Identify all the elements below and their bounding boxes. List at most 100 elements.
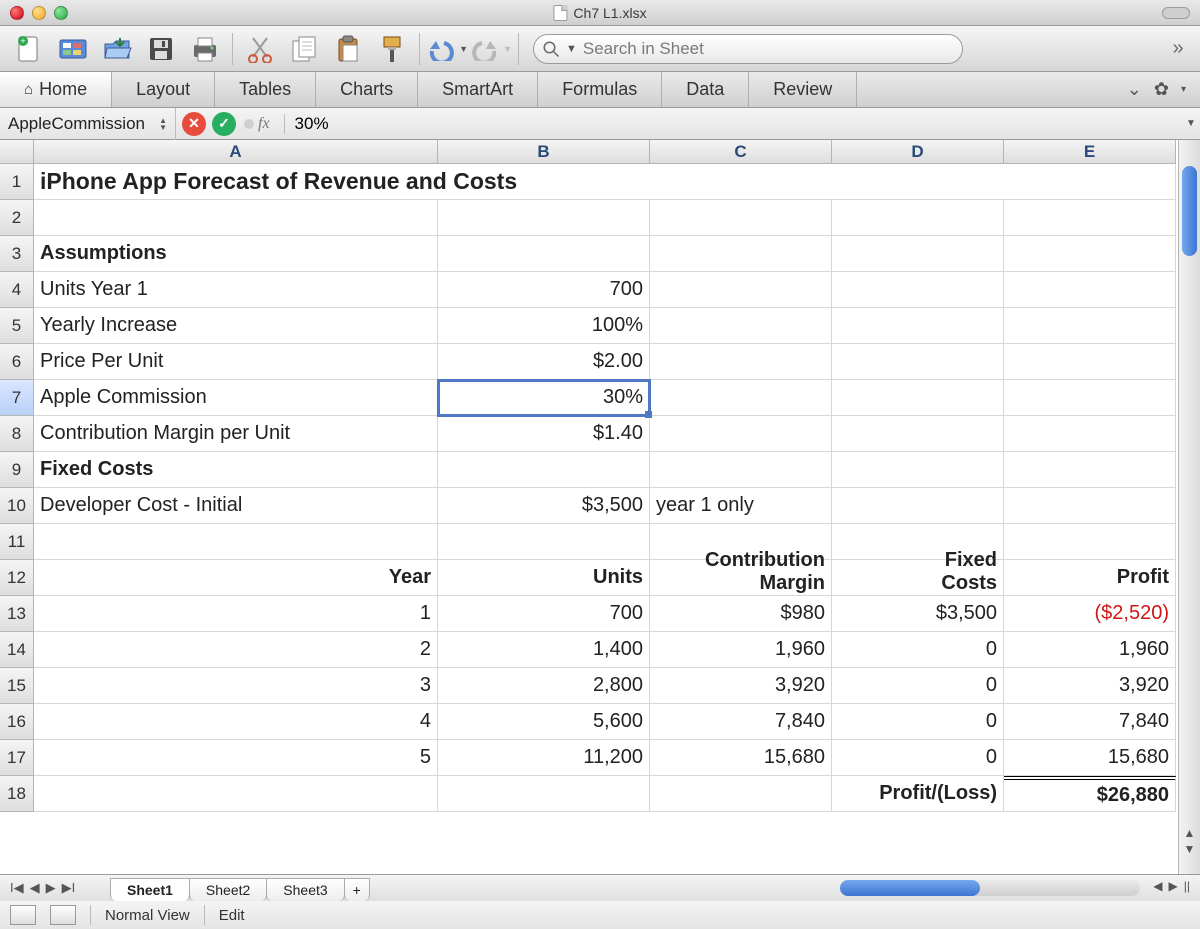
cell-C14[interactable]: 1,960 [650, 632, 832, 668]
col-header-C[interactable]: C [650, 140, 832, 164]
scroll-down-icon[interactable]: ▼ [1179, 842, 1200, 856]
cell-C16[interactable]: 7,840 [650, 704, 832, 740]
formula-bar-expand-icon[interactable]: ▼ [1182, 118, 1200, 129]
cell-C9[interactable] [650, 452, 832, 488]
cell-E2[interactable] [1004, 200, 1176, 236]
accept-formula-button[interactable]: ✓ [212, 112, 236, 136]
cell-C5[interactable] [650, 308, 832, 344]
cell-E3[interactable] [1004, 236, 1176, 272]
row-header[interactable]: 11 [0, 524, 34, 560]
gallery-button[interactable] [52, 30, 94, 68]
cell-A10[interactable]: Developer Cost - Initial [34, 488, 438, 524]
cell-C12[interactable]: ContributionMargin [650, 560, 832, 596]
cell-B10[interactable]: $3,500 [438, 488, 650, 524]
row-header[interactable]: 8 [0, 416, 34, 452]
cell-A17[interactable]: 5 [34, 740, 438, 776]
col-header-D[interactable]: D [832, 140, 1004, 164]
cell-B7-selected[interactable]: 30% [438, 380, 650, 416]
cell-A11[interactable] [34, 524, 438, 560]
tab-review[interactable]: Review [749, 72, 857, 107]
cell-A12[interactable]: Year [34, 560, 438, 596]
cell-E17[interactable]: 15,680 [1004, 740, 1176, 776]
scroll-right-icon[interactable]: ▶ [1169, 879, 1178, 893]
cell-E12[interactable]: Profit [1004, 560, 1176, 596]
row-header[interactable]: 4 [0, 272, 34, 308]
cell-C18[interactable] [650, 776, 832, 812]
fx-button[interactable]: fx [244, 115, 270, 133]
cell-C17[interactable]: 15,680 [650, 740, 832, 776]
cell-A14[interactable]: 2 [34, 632, 438, 668]
cell-E8[interactable] [1004, 416, 1176, 452]
cell-E9[interactable] [1004, 452, 1176, 488]
cell-E4[interactable] [1004, 272, 1176, 308]
page-layout-view-button[interactable] [50, 905, 76, 925]
cell-D3[interactable] [832, 236, 1004, 272]
vertical-scrollbar[interactable]: ▲ ▼ [1178, 140, 1200, 874]
tab-layout[interactable]: Layout [112, 72, 215, 107]
cell-D16[interactable]: 0 [832, 704, 1004, 740]
select-all-corner[interactable] [0, 140, 34, 164]
cell-E10[interactable] [1004, 488, 1176, 524]
scroll-left-icon[interactable]: ◀ [1153, 879, 1162, 893]
cell-B9[interactable] [438, 452, 650, 488]
undo-button[interactable]: ▼ [426, 30, 468, 68]
cell-B2[interactable] [438, 200, 650, 236]
prev-sheet-icon[interactable]: ◀ [30, 880, 40, 896]
cell-E18[interactable]: $26,880 [1004, 776, 1176, 812]
cell-D12[interactable]: FixedCosts [832, 560, 1004, 596]
cell-A1[interactable]: iPhone App Forecast of Revenue and Costs [34, 164, 1176, 200]
tab-data[interactable]: Data [662, 72, 749, 107]
row-header[interactable]: 10 [0, 488, 34, 524]
row-header[interactable]: 13 [0, 596, 34, 632]
cell-A4[interactable]: Units Year 1 [34, 272, 438, 308]
format-painter-button[interactable] [371, 30, 413, 68]
scrollbar-thumb[interactable] [1182, 166, 1197, 256]
name-box[interactable]: AppleCommission ▲▼ [0, 108, 176, 140]
tab-tables[interactable]: Tables [215, 72, 316, 107]
cancel-formula-button[interactable]: ✕ [182, 112, 206, 136]
open-button[interactable] [96, 30, 138, 68]
cell-D18[interactable]: Profit/(Loss) [832, 776, 1004, 812]
formula-input[interactable]: 30% [284, 114, 1182, 134]
horizontal-scrollbar[interactable] [840, 880, 1140, 896]
cell-D14[interactable]: 0 [832, 632, 1004, 668]
row-header[interactable]: 1 [0, 164, 34, 200]
cell-A5[interactable]: Yearly Increase [34, 308, 438, 344]
row-header[interactable]: 3 [0, 236, 34, 272]
row-header[interactable]: 7 [0, 380, 34, 416]
tab-charts[interactable]: Charts [316, 72, 418, 107]
save-button[interactable] [140, 30, 182, 68]
cell-A8[interactable]: Contribution Margin per Unit [34, 416, 438, 452]
row-header[interactable]: 2 [0, 200, 34, 236]
cell-E14[interactable]: 1,960 [1004, 632, 1176, 668]
zoom-icon[interactable] [54, 6, 68, 20]
cell-A18[interactable] [34, 776, 438, 812]
cell-C7[interactable] [650, 380, 832, 416]
cell-A15[interactable]: 3 [34, 668, 438, 704]
grid[interactable]: A B C D E 1 iPhone App Forecast of Reven… [0, 140, 1178, 812]
cell-B16[interactable]: 5,600 [438, 704, 650, 740]
cell-E15[interactable]: 3,920 [1004, 668, 1176, 704]
next-sheet-icon[interactable]: ▶ [46, 880, 56, 896]
cut-button[interactable] [239, 30, 281, 68]
tab-smartart[interactable]: SmartArt [418, 72, 538, 107]
cell-D5[interactable] [832, 308, 1004, 344]
cell-B12[interactable]: Units [438, 560, 650, 596]
cell-C2[interactable] [650, 200, 832, 236]
tab-home[interactable]: ⌂Home [0, 72, 112, 107]
name-box-stepper-icon[interactable]: ▲▼ [159, 117, 167, 131]
cell-D13[interactable]: $3,500 [832, 596, 1004, 632]
cell-A16[interactable]: 4 [34, 704, 438, 740]
cell-D2[interactable] [832, 200, 1004, 236]
cell-B13[interactable]: 700 [438, 596, 650, 632]
cell-A13[interactable]: 1 [34, 596, 438, 632]
row-header[interactable]: 6 [0, 344, 34, 380]
cell-D6[interactable] [832, 344, 1004, 380]
cell-B8[interactable]: $1.40 [438, 416, 650, 452]
add-sheet-button[interactable]: + [344, 878, 370, 901]
cell-E16[interactable]: 7,840 [1004, 704, 1176, 740]
sheet-tab-3[interactable]: Sheet3 [266, 878, 344, 901]
tab-formulas[interactable]: Formulas [538, 72, 662, 107]
cell-D15[interactable]: 0 [832, 668, 1004, 704]
cell-C4[interactable] [650, 272, 832, 308]
